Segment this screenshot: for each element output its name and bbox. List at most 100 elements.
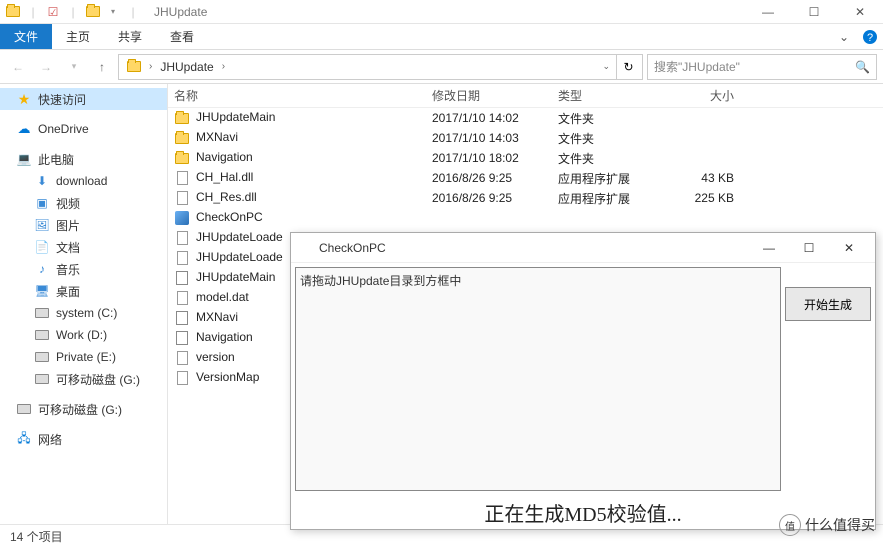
bat-icon bbox=[174, 270, 190, 286]
file-type: 应用程序扩展 bbox=[552, 170, 662, 187]
sidebar-item-label: system (C:) bbox=[56, 306, 117, 320]
drop-zone[interactable]: 请拖动JHUpdate目录到方框中 bbox=[295, 267, 781, 491]
sidebar-item-label: 文档 bbox=[56, 239, 80, 256]
desktop-icon: 🖥 bbox=[34, 283, 50, 299]
sidebar-item[interactable]: system (C:) bbox=[0, 302, 167, 324]
sidebar-onedrive[interactable]: ☁ OneDrive bbox=[0, 118, 167, 140]
chevron-right-icon[interactable]: › bbox=[149, 61, 152, 72]
file-row[interactable]: CH_Res.dll2016/8/26 9:25应用程序扩展225 KB bbox=[168, 188, 883, 208]
tab-share[interactable]: 共享 bbox=[104, 24, 156, 49]
dialog-close-button[interactable]: ✕ bbox=[829, 234, 869, 262]
expand-ribbon-icon[interactable]: ⌄ bbox=[831, 24, 857, 49]
dialog-titlebar[interactable]: CheckOnPC — ☐ ✕ bbox=[291, 233, 875, 263]
breadcrumb[interactable]: › JHUpdate › ⌄ ↻ bbox=[118, 54, 643, 80]
file-name: CheckOnPC bbox=[196, 210, 263, 224]
file-name: VersionMap bbox=[196, 370, 259, 384]
sidebar-item[interactable]: 可移动磁盘 (G:) bbox=[0, 368, 167, 390]
sidebar-item[interactable]: Private (E:) bbox=[0, 346, 167, 368]
file-row[interactable]: Navigation2017/1/10 18:02文件夹 bbox=[168, 148, 883, 168]
sidebar-item[interactable]: 📄 文档 bbox=[0, 236, 167, 258]
sidebar-item[interactable]: Work (D:) bbox=[0, 324, 167, 346]
sidebar-quick-access[interactable]: ★ 快速访问 bbox=[0, 88, 167, 110]
search-input[interactable]: 搜索"JHUpdate" 🔍 bbox=[647, 54, 877, 80]
dialog-minimize-button[interactable]: — bbox=[749, 234, 789, 262]
search-icon[interactable]: 🔍 bbox=[855, 60, 870, 74]
sidebar-network[interactable]: 🖧 网络 bbox=[0, 428, 167, 450]
chevron-right-icon[interactable]: › bbox=[222, 61, 225, 72]
minimize-button[interactable]: — bbox=[745, 0, 791, 24]
file-icon bbox=[174, 350, 190, 366]
file-name: Navigation bbox=[196, 330, 253, 344]
sidebar-item-label: Work (D:) bbox=[56, 328, 107, 342]
file-type: 应用程序扩展 bbox=[552, 190, 662, 207]
file-name: JHUpdateMain bbox=[196, 270, 275, 284]
column-name[interactable]: 名称 bbox=[168, 87, 426, 104]
sidebar-item[interactable]: ⬇download bbox=[0, 170, 167, 192]
nav-forward-icon[interactable]: → bbox=[34, 55, 58, 79]
breadcrumb-dropdown-icon[interactable]: ⌄ bbox=[596, 61, 616, 72]
column-type[interactable]: 类型 bbox=[552, 87, 662, 104]
sidebar-item-label: 可移动磁盘 (G:) bbox=[56, 371, 140, 388]
pc-icon: 💻 bbox=[16, 151, 32, 167]
sidebar-removable[interactable]: 可移动磁盘 (G:) bbox=[0, 398, 167, 420]
watermark-logo-icon: 值 bbox=[779, 514, 801, 536]
dialog-app-icon bbox=[297, 240, 313, 256]
column-date[interactable]: 修改日期 bbox=[426, 87, 552, 104]
nav-history-icon[interactable]: ▾ bbox=[62, 55, 86, 79]
address-bar: ← → ▾ ↑ › JHUpdate › ⌄ ↻ 搜索"JHUpdate" 🔍 bbox=[0, 50, 883, 84]
file-row[interactable]: CheckOnPC bbox=[168, 208, 883, 228]
sidebar-item[interactable]: ▣视频 bbox=[0, 192, 167, 214]
nav-up-icon[interactable]: ↑ bbox=[90, 55, 114, 79]
sidebar-item[interactable]: 🖥桌面 bbox=[0, 280, 167, 302]
file-name: JHUpdateLoade bbox=[196, 250, 283, 264]
sidebar-label: OneDrive bbox=[38, 122, 89, 136]
navigation-pane: ★ 快速访问 ☁ OneDrive 💻 此电脑 ⬇download▣视频🖼图片📄… bbox=[0, 84, 168, 524]
file-name: MXNavi bbox=[196, 130, 238, 144]
qat-divider: | bbox=[64, 3, 82, 21]
breadcrumb-segment[interactable]: JHUpdate bbox=[154, 60, 219, 74]
tab-view[interactable]: 查看 bbox=[156, 24, 208, 49]
nav-back-icon[interactable]: ← bbox=[6, 55, 30, 79]
sidebar-item[interactable]: 🖼图片 bbox=[0, 214, 167, 236]
sidebar-label: 网络 bbox=[38, 431, 62, 448]
close-button[interactable]: ✕ bbox=[837, 0, 883, 24]
tab-home[interactable]: 主页 bbox=[52, 24, 104, 49]
file-date: 2017/1/10 18:02 bbox=[426, 151, 552, 165]
refresh-icon[interactable]: ↻ bbox=[616, 55, 640, 79]
sidebar-item[interactable]: ♪音乐 bbox=[0, 258, 167, 280]
qat-divider: | bbox=[24, 3, 42, 21]
drive-icon bbox=[34, 327, 50, 343]
window-titlebar: | ☑ | ▾ | JHUpdate — ☐ ✕ bbox=[0, 0, 883, 24]
help-icon[interactable]: ? bbox=[857, 24, 883, 49]
file-icon bbox=[174, 230, 190, 246]
file-name: JHUpdateMain bbox=[196, 110, 275, 124]
file-icon bbox=[174, 250, 190, 266]
drop-hint: 请拖动JHUpdate目录到方框中 bbox=[300, 274, 461, 288]
sidebar-label: 快速访问 bbox=[38, 91, 86, 108]
column-size[interactable]: 大小 bbox=[662, 87, 742, 104]
document-icon: 📄 bbox=[34, 239, 50, 255]
qat-dropdown-icon[interactable]: ▾ bbox=[104, 3, 122, 21]
generate-button[interactable]: 开始生成 bbox=[785, 287, 871, 321]
folder-icon bbox=[174, 110, 190, 126]
tab-file[interactable]: 文件 bbox=[0, 24, 52, 49]
maximize-button[interactable]: ☐ bbox=[791, 0, 837, 24]
bat-icon bbox=[174, 310, 190, 326]
sidebar-item-label: Private (E:) bbox=[56, 350, 116, 364]
sidebar-item-label: 图片 bbox=[56, 217, 80, 234]
file-row[interactable]: MXNavi2017/1/10 14:03文件夹 bbox=[168, 128, 883, 148]
sidebar-this-pc[interactable]: 💻 此电脑 bbox=[0, 148, 167, 170]
file-row[interactable]: JHUpdateMain2017/1/10 14:02文件夹 bbox=[168, 108, 883, 128]
checkonpc-dialog: CheckOnPC — ☐ ✕ 请拖动JHUpdate目录到方框中 开始生成 正… bbox=[290, 232, 876, 530]
qat-check-icon[interactable]: ☑ bbox=[44, 3, 62, 21]
file-size: 43 KB bbox=[662, 171, 742, 185]
qat-folder-icon[interactable] bbox=[84, 3, 102, 21]
file-row[interactable]: CH_Hal.dll2016/8/26 9:25应用程序扩展43 KB bbox=[168, 168, 883, 188]
sidebar-item-label: 视频 bbox=[56, 195, 80, 212]
file-date: 2017/1/10 14:03 bbox=[426, 131, 552, 145]
file-name: Navigation bbox=[196, 150, 253, 164]
dialog-maximize-button[interactable]: ☐ bbox=[789, 234, 829, 262]
drive-icon bbox=[34, 305, 50, 321]
file-name: model.dat bbox=[196, 290, 249, 304]
folder-icon bbox=[174, 150, 190, 166]
